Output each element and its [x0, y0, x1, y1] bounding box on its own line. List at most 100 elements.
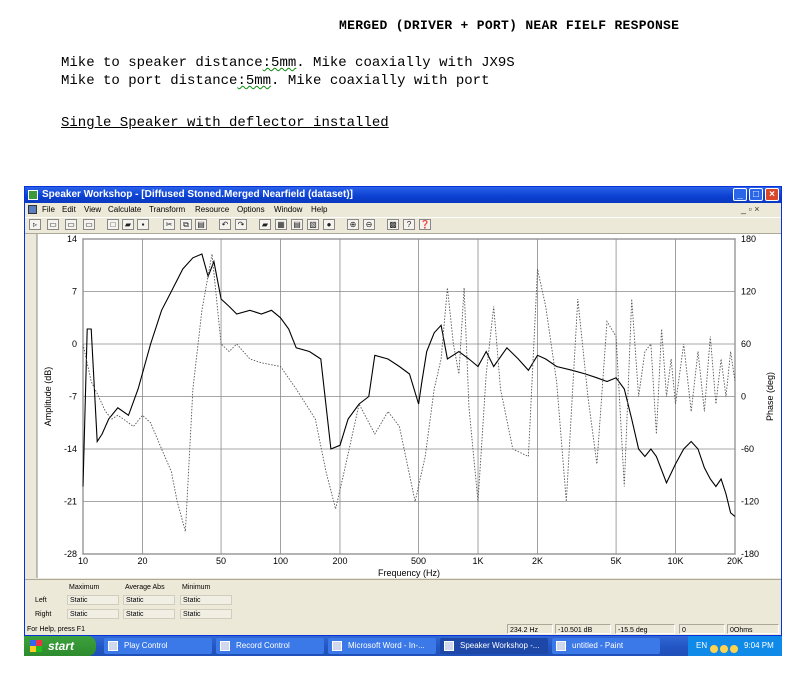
y2-axis-label: Phase (deg) — [765, 372, 775, 421]
y-tick-label: -7 — [69, 392, 77, 402]
help-icon[interactable]: ? — [403, 219, 415, 230]
line1-text-b: . Mike coaxially with JX9S — [296, 55, 515, 71]
zoom-in-icon[interactable]: ⊕ — [347, 219, 359, 230]
start-label: start — [48, 639, 75, 653]
app-icon[interactable] — [28, 190, 38, 200]
task-play-control[interactable]: Play Control — [104, 638, 212, 654]
menu-bar: File Edit View Calculate Transform Resou… — [25, 203, 781, 216]
task-microsoft-word[interactable]: Microsoft Word - In-... — [328, 638, 436, 654]
menu-help[interactable]: Help — [311, 203, 327, 216]
menu-file[interactable]: File — [42, 203, 55, 216]
menu-edit[interactable]: Edit — [62, 203, 76, 216]
menu-calculate[interactable]: Calculate — [108, 203, 141, 216]
view-1-icon[interactable]: ▭ — [47, 219, 59, 230]
paint-icon — [556, 641, 566, 651]
system-tray: EN 9:04 PM — [688, 636, 782, 656]
y-tick-label: -28 — [64, 549, 77, 559]
x-tick-label: 500 — [411, 556, 426, 566]
task-label: Play Control — [124, 641, 168, 650]
task-label: Speaker Workshop -... — [460, 641, 540, 650]
task-paint[interactable]: untitled - Paint — [552, 638, 660, 654]
window-titlebar[interactable]: Speaker Workshop - [Diffused Stoned.Merg… — [25, 187, 781, 203]
status-help-text: For Help, press F1 — [27, 626, 85, 633]
stats-right-average: Static — [123, 609, 175, 619]
stats-right-maximum: Static — [67, 609, 119, 619]
paste-icon[interactable]: ▤ — [195, 219, 207, 230]
stats-header-maximum: Maximum — [69, 584, 100, 591]
window-title: Speaker Workshop - [Diffused Stoned.Merg… — [42, 189, 353, 200]
clock: 9:04 PM — [744, 641, 774, 650]
minimize-button[interactable]: _ — [733, 188, 747, 201]
x-tick-label: 2K — [532, 556, 543, 566]
solid-series-line — [82, 253, 736, 517]
tray-icon[interactable] — [720, 645, 728, 653]
record-icon[interactable]: ● — [323, 219, 335, 230]
select-tool-icon[interactable]: ▹ — [29, 219, 41, 230]
start-button[interactable]: start — [24, 636, 96, 656]
tray-icon[interactable] — [730, 645, 738, 653]
status-zero: 0 — [679, 624, 725, 634]
document-icon[interactable] — [28, 205, 37, 214]
undo-icon[interactable]: ↶ — [219, 219, 231, 230]
y2-tick-label: -60 — [741, 444, 754, 454]
table-icon[interactable]: ▤ — [291, 219, 303, 230]
new-file-icon[interactable]: □ — [107, 219, 119, 230]
word-icon — [332, 641, 342, 651]
document-line-port-distance: Mike to port distance:5mm. Mike coaxiall… — [61, 73, 489, 89]
context-help-icon[interactable]: ❓ — [419, 219, 431, 230]
task-label: Microsoft Word - In-... — [348, 641, 425, 650]
toolbar: ▹ ▭ ▭ ▭ □ ▰ ▪ ✂ ⧉ ▤ ↶ ↷ ▰ ▦ ▤ ▧ ● ⊕ ⊖ ▩? ❓ — [25, 217, 781, 234]
menu-transform[interactable]: Transform — [149, 203, 185, 216]
open-folder-icon[interactable]: ▰ — [122, 219, 134, 230]
tray-icon[interactable] — [710, 645, 718, 653]
y-tick-label: 7 — [72, 287, 77, 297]
tray-icons[interactable] — [710, 641, 740, 653]
zoom-out-icon[interactable]: ⊖ — [363, 219, 375, 230]
y2-tick-label: 180 — [741, 234, 756, 244]
save-icon[interactable]: ▪ — [137, 219, 149, 230]
view-3-icon[interactable]: ▭ — [83, 219, 95, 230]
close-button[interactable]: × — [765, 188, 779, 201]
view-2-icon[interactable]: ▭ — [65, 219, 77, 230]
status-phase: -15.5 deg — [615, 624, 675, 634]
chart-icon[interactable]: ▧ — [307, 219, 319, 230]
copy-icon[interactable]: ⧉ — [180, 219, 192, 230]
menu-resource[interactable]: Resource — [195, 203, 229, 216]
folder-icon[interactable]: ▰ — [259, 219, 271, 230]
status-frequency: 234.2 Hz — [507, 624, 553, 634]
x-tick-label: 10 — [78, 556, 88, 566]
task-record-control[interactable]: Record Control — [216, 638, 324, 654]
frequency-response-chart[interactable]: 10 20 50 100 200 500 1K 2K 5K 10K 20K1470-7-14-21-… — [25, 234, 781, 578]
menu-window[interactable]: Window — [274, 203, 302, 216]
redo-icon[interactable]: ↷ — [235, 219, 247, 230]
y-tick-label: 14 — [67, 234, 77, 244]
stats-right-minimum: Static — [180, 609, 232, 619]
line2-text-b: . Mike coaxially with port — [271, 73, 490, 89]
plot-area[interactable]: 10 20 50 100 200 500 1K 2K 5K 10K 20K 14 7 0 -7 -14 -21-… — [25, 234, 781, 578]
cut-icon[interactable]: ✂ — [163, 219, 175, 230]
x-tick-label: 20 — [137, 556, 147, 566]
line1-text-a: Mike to speaker distance — [61, 55, 263, 71]
y2-tick-label: -180 — [741, 549, 759, 559]
windows-flag-icon — [30, 640, 42, 652]
line2-text-a: Mike to port distance — [61, 73, 238, 89]
x-tick-label: 200 — [332, 556, 347, 566]
y-tick-label: -21 — [64, 497, 77, 507]
y-axis-label: Amplitude (dB) — [43, 367, 53, 427]
task-speaker-workshop[interactable]: Speaker Workshop -... — [440, 638, 548, 654]
menu-options[interactable]: Options — [237, 203, 265, 216]
print-icon[interactable]: ▩ — [387, 219, 399, 230]
menu-view[interactable]: View — [84, 203, 101, 216]
document-line-speaker-distance: Mike to speaker distance:5mm. Mike coaxi… — [61, 55, 515, 71]
mdi-window-controls[interactable]: _ ▫ × — [741, 203, 759, 216]
status-impedance: 0Ohms — [727, 624, 779, 634]
language-indicator[interactable]: EN — [696, 636, 707, 656]
maximize-button[interactable]: □ — [749, 188, 763, 201]
status-amplitude: -10.501 dB — [555, 624, 611, 634]
x-tick-label: 1K — [473, 556, 484, 566]
stats-left-minimum: Static — [180, 595, 232, 605]
line1-spellcheck-text: :5mm — [262, 55, 297, 71]
x-tick-label: 5K — [611, 556, 622, 566]
plot-left-strip — [25, 234, 37, 578]
grid-icon[interactable]: ▦ — [275, 219, 287, 230]
